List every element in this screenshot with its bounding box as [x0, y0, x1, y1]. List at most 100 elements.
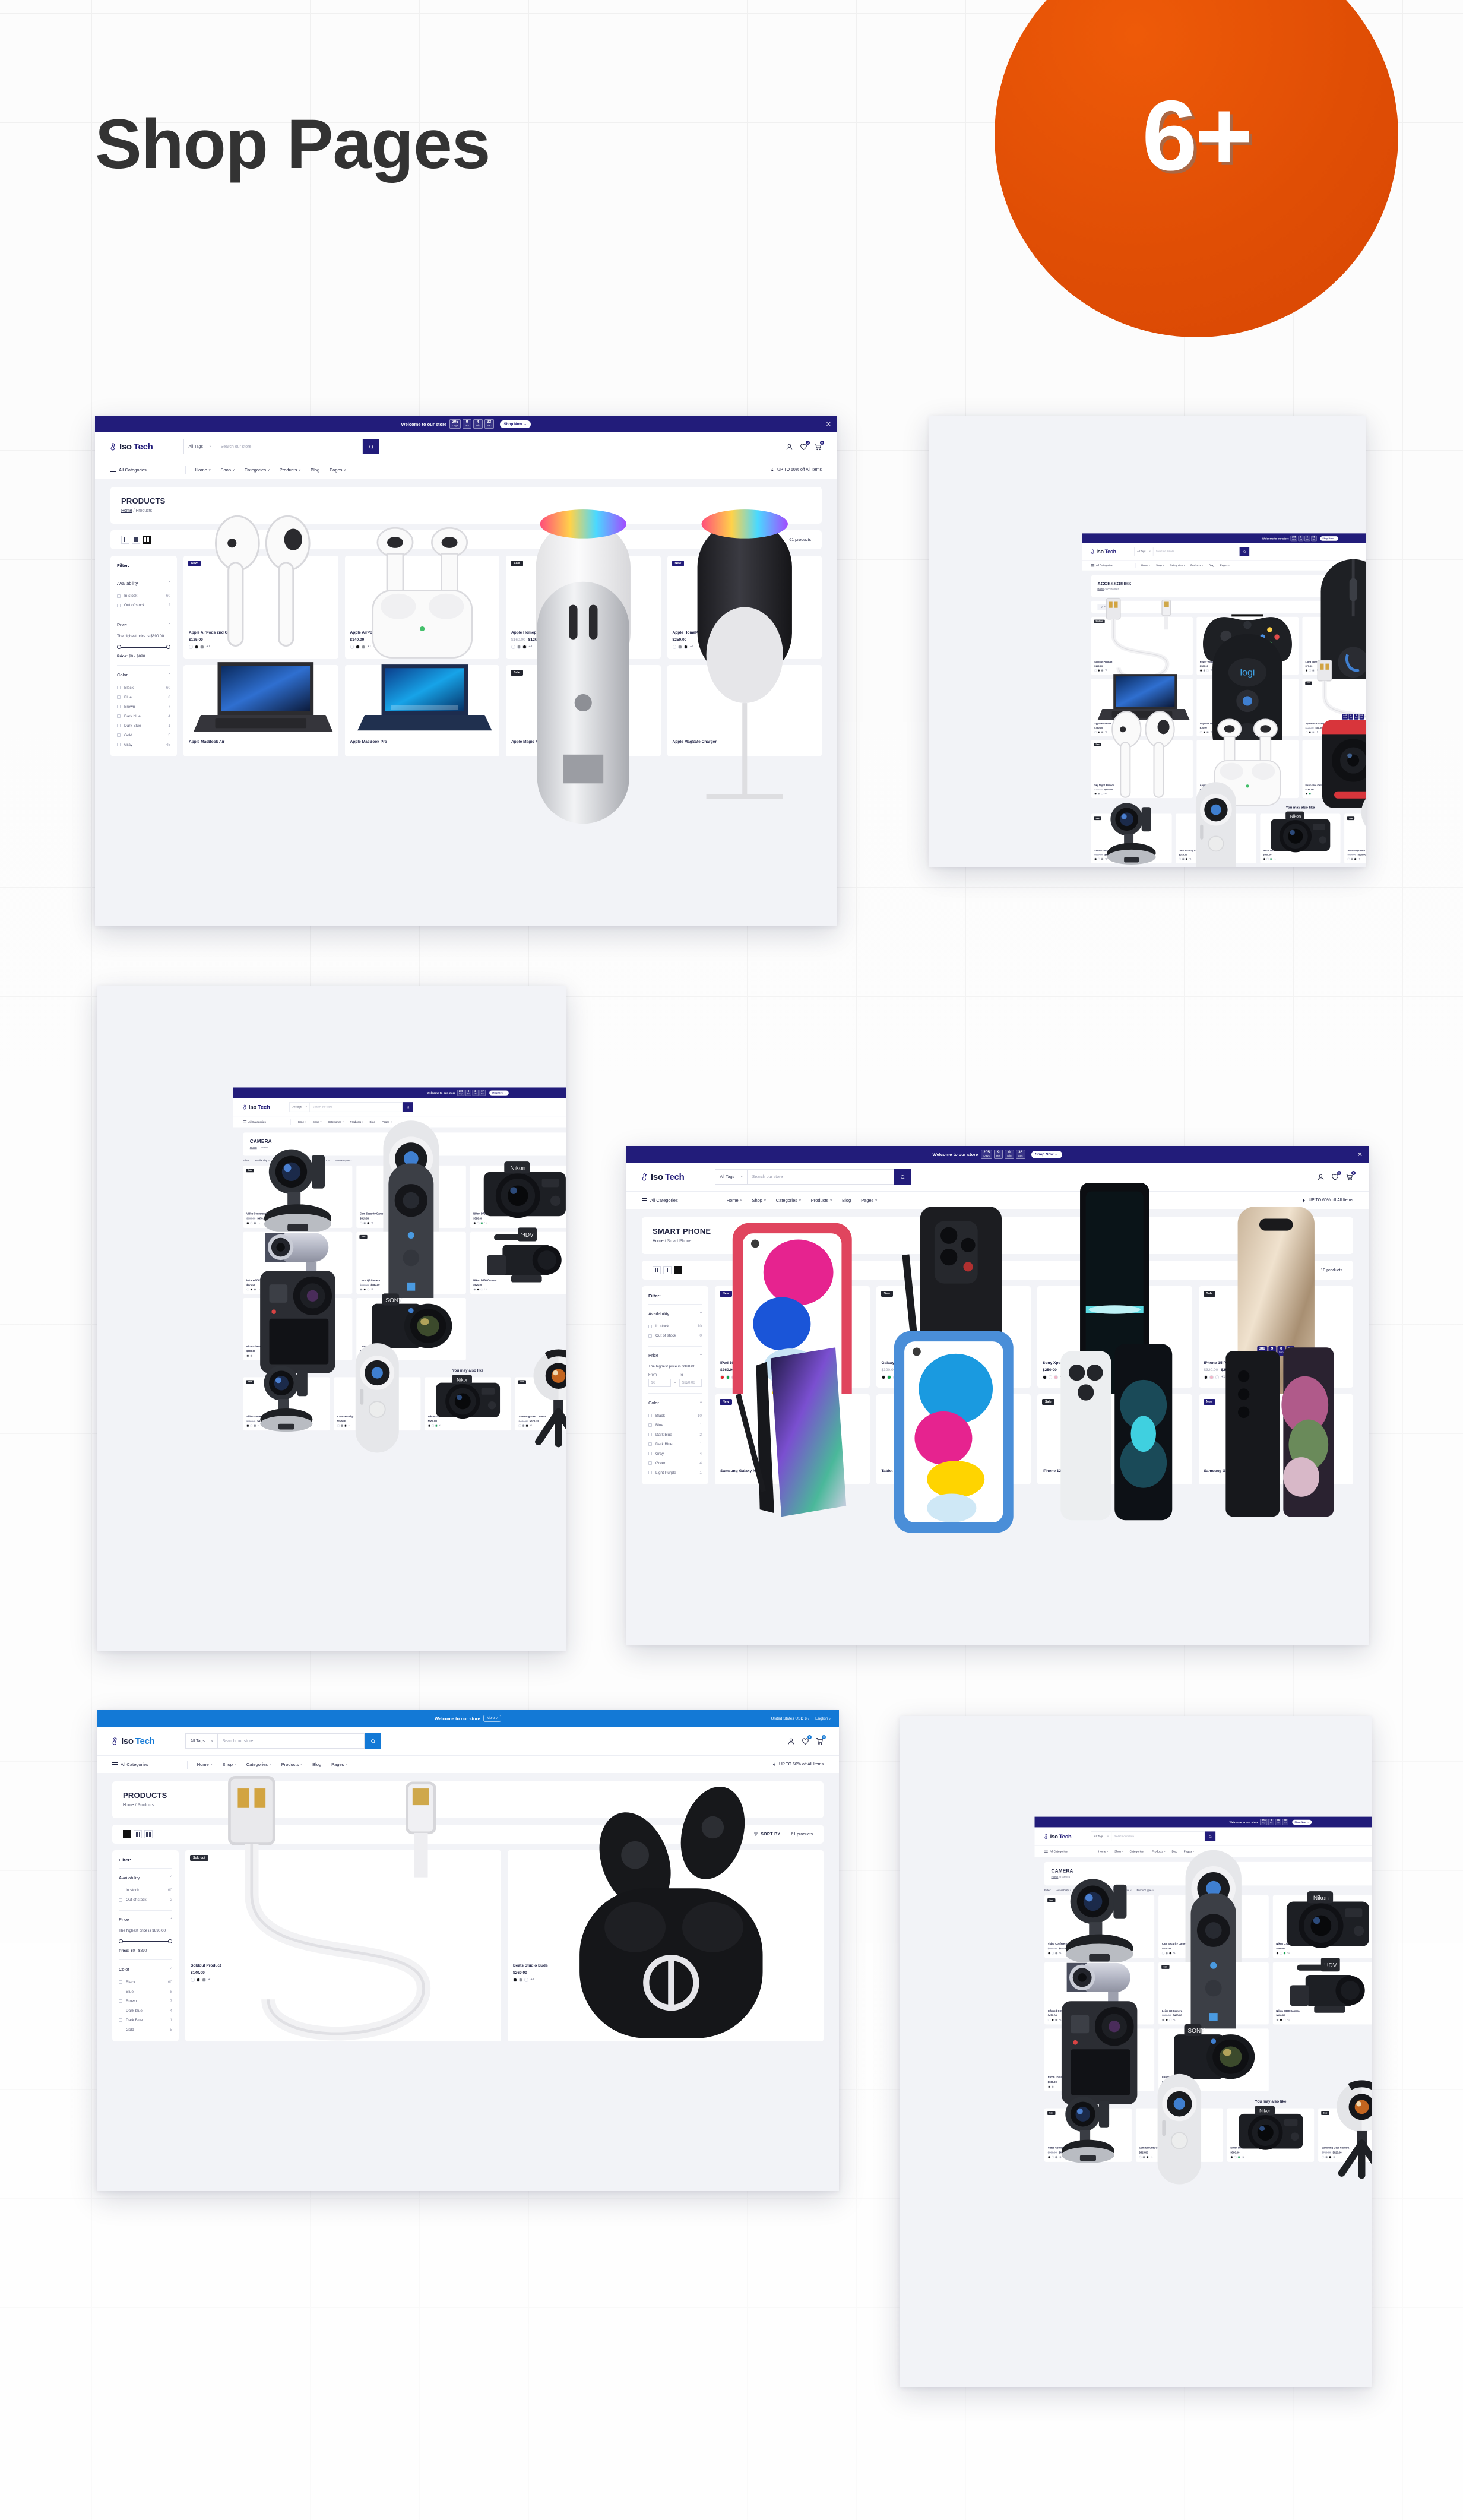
- product-card[interactable]: Sale Video Conferencing Camera $560.00$4…: [1044, 2096, 1132, 2163]
- nav-item-products[interactable]: Products v: [1190, 564, 1203, 567]
- checkbox[interactable]: [119, 2009, 122, 2013]
- color-option[interactable]: Blue 8: [119, 1987, 172, 1996]
- color-group[interactable]: Color ^: [119, 1965, 172, 1977]
- all-categories-button[interactable]: All Categories: [110, 467, 185, 473]
- close-icon[interactable]: ✕: [826, 420, 831, 428]
- product-card[interactable]: Sale Video Conferencing Camera $560.00$4…: [243, 1365, 330, 1432]
- shop-now-button[interactable]: Shop Now →: [1320, 536, 1339, 541]
- shop-now-button[interactable]: Shop Now →: [499, 420, 531, 428]
- tag-select[interactable]: All Tags v: [185, 1733, 218, 1749]
- nav-item-shop[interactable]: Shop v: [313, 1120, 322, 1123]
- checkbox[interactable]: [119, 1888, 122, 1892]
- nav-item-pages[interactable]: Pages v: [1220, 564, 1230, 567]
- tag-select[interactable]: All Tags v: [1134, 547, 1154, 556]
- account-icon[interactable]: [786, 443, 793, 451]
- more-button[interactable]: More v: [483, 1715, 501, 1722]
- color-option[interactable]: Dark blue 4: [117, 711, 170, 721]
- product-card[interactable]: Beats Studio Buds $260.00 +1: [508, 1786, 824, 2042]
- view-mode-2-col[interactable]: [123, 1830, 131, 1838]
- close-icon[interactable]: ✕: [1357, 1151, 1363, 1158]
- breadcrumb-home[interactable]: Home: [121, 509, 132, 513]
- search-input[interactable]: Search our store: [217, 1733, 365, 1749]
- color-option[interactable]: Blue 8: [117, 692, 170, 702]
- checkbox[interactable]: [648, 1442, 652, 1446]
- account-icon[interactable]: [787, 1737, 795, 1745]
- color-option[interactable]: Gold 5: [119, 2025, 172, 2034]
- color-option[interactable]: Light Purple 1: [648, 1468, 702, 1477]
- nav-item-categories[interactable]: Categories v: [776, 1198, 801, 1203]
- all-categories-button[interactable]: All Categories: [243, 1120, 290, 1123]
- product-card[interactable]: Sale Apple Magic Mouse: [506, 582, 661, 824]
- checkbox[interactable]: [117, 743, 121, 747]
- view-mode-3-col[interactable]: [134, 1830, 142, 1838]
- shop-now-button[interactable]: Shop Now →: [1291, 1819, 1312, 1825]
- view-mode-2-col[interactable]: [653, 1266, 661, 1274]
- social-links[interactable]: [105, 1716, 126, 1733]
- wishlist-icon[interactable]: 0: [802, 1734, 812, 1745]
- search-button[interactable]: [363, 439, 380, 454]
- color-option[interactable]: Brown 7: [119, 1996, 172, 2006]
- color-option[interactable]: Black 60: [119, 1977, 172, 1987]
- checkbox[interactable]: [117, 733, 121, 737]
- price-group[interactable]: Price ^: [119, 1916, 172, 1927]
- checkbox[interactable]: [117, 714, 121, 718]
- nav-item-blog[interactable]: Blog: [311, 467, 319, 473]
- nav-item-categories[interactable]: Categories v: [1130, 1850, 1146, 1853]
- color-option[interactable]: Dark blue 2: [648, 1430, 702, 1439]
- product-card[interactable]: Cam Security Camera $525.00 +1: [334, 1343, 421, 1453]
- color-option[interactable]: Dark Blue 1: [119, 2015, 172, 2025]
- availability-option[interactable]: In stock 60: [119, 1886, 172, 1895]
- nav-item-blog[interactable]: Blog: [1209, 564, 1214, 567]
- all-categories-button[interactable]: All Categories: [1044, 1850, 1092, 1853]
- checkbox[interactable]: [648, 1423, 652, 1427]
- logo[interactable]: Iso Tech: [110, 442, 153, 452]
- search-button[interactable]: [365, 1733, 382, 1749]
- checkbox[interactable]: [648, 1414, 652, 1418]
- nav-item-shop[interactable]: Shop v: [220, 467, 234, 473]
- cart-icon[interactable]: 0: [816, 1734, 826, 1745]
- checkbox[interactable]: [119, 1999, 122, 2003]
- logo[interactable]: Iso Tech: [642, 1172, 685, 1182]
- checkbox[interactable]: [119, 1990, 122, 1994]
- tag-select[interactable]: All Tags v: [289, 1102, 310, 1112]
- price-from-input[interactable]: $0: [648, 1379, 671, 1388]
- product-card[interactable]: Nikon Nikon D7200 Camera $580.00+1: [1260, 811, 1341, 863]
- checkbox[interactable]: [119, 1980, 122, 1984]
- nav-item-pages[interactable]: Pages v: [861, 1198, 877, 1203]
- color-option[interactable]: Gold 5: [117, 730, 170, 740]
- price-group[interactable]: Price ^: [117, 621, 170, 633]
- color-option[interactable]: Blue 1: [648, 1420, 702, 1430]
- nav-item-products[interactable]: Products v: [280, 467, 300, 473]
- price-slider[interactable]: [117, 644, 170, 650]
- checkbox[interactable]: [117, 724, 121, 728]
- shop-now-button[interactable]: Shop Now →: [1031, 1150, 1063, 1158]
- availability-group[interactable]: Availability ^: [648, 1310, 702, 1322]
- tag-select[interactable]: All Tags v: [183, 439, 216, 454]
- color-option[interactable]: Black 10: [648, 1411, 702, 1420]
- color-option[interactable]: Green 4: [648, 1458, 702, 1468]
- search-input[interactable]: Search our store: [216, 439, 363, 454]
- color-option[interactable]: Dark blue 4: [119, 2006, 172, 2015]
- product-card[interactable]: Sold out Soldout Product $140.00 +1: [185, 1775, 501, 2042]
- color-option[interactable]: Dark Blue 1: [648, 1439, 702, 1449]
- checkbox[interactable]: [648, 1461, 652, 1465]
- price-to-input[interactable]: $320.00: [679, 1379, 702, 1388]
- checkbox[interactable]: [117, 686, 121, 690]
- cart-icon[interactable]: 0: [1345, 1170, 1356, 1181]
- product-card[interactable]: Ricoh Theta Z1 Camera $600.00: [1044, 2001, 1155, 2105]
- currency-selector[interactable]: United States USD $ v: [771, 1717, 810, 1721]
- checkbox[interactable]: [119, 2028, 122, 2032]
- wishlist-icon[interactable]: 0: [800, 440, 810, 451]
- all-categories-button[interactable]: All Categories: [1091, 563, 1135, 567]
- availability-option[interactable]: In stock 10: [648, 1322, 702, 1331]
- search-input[interactable]: Search our store: [1153, 547, 1240, 556]
- account-icon[interactable]: [1317, 1173, 1325, 1181]
- availability-option[interactable]: Out of stock 0: [648, 1331, 702, 1341]
- availability-group[interactable]: Availability ^: [119, 1874, 172, 1886]
- product-card[interactable]: New Samsung Galaxy Fold: [1198, 1347, 1353, 1517]
- color-option[interactable]: Gray 4: [648, 1449, 702, 1458]
- nav-item-shop[interactable]: Shop v: [1156, 564, 1164, 567]
- nav-item-pages[interactable]: Pages v: [330, 467, 346, 473]
- shop-now-button[interactable]: Shop Now →: [489, 1090, 509, 1096]
- logo[interactable]: Iso Tech: [1044, 1833, 1072, 1840]
